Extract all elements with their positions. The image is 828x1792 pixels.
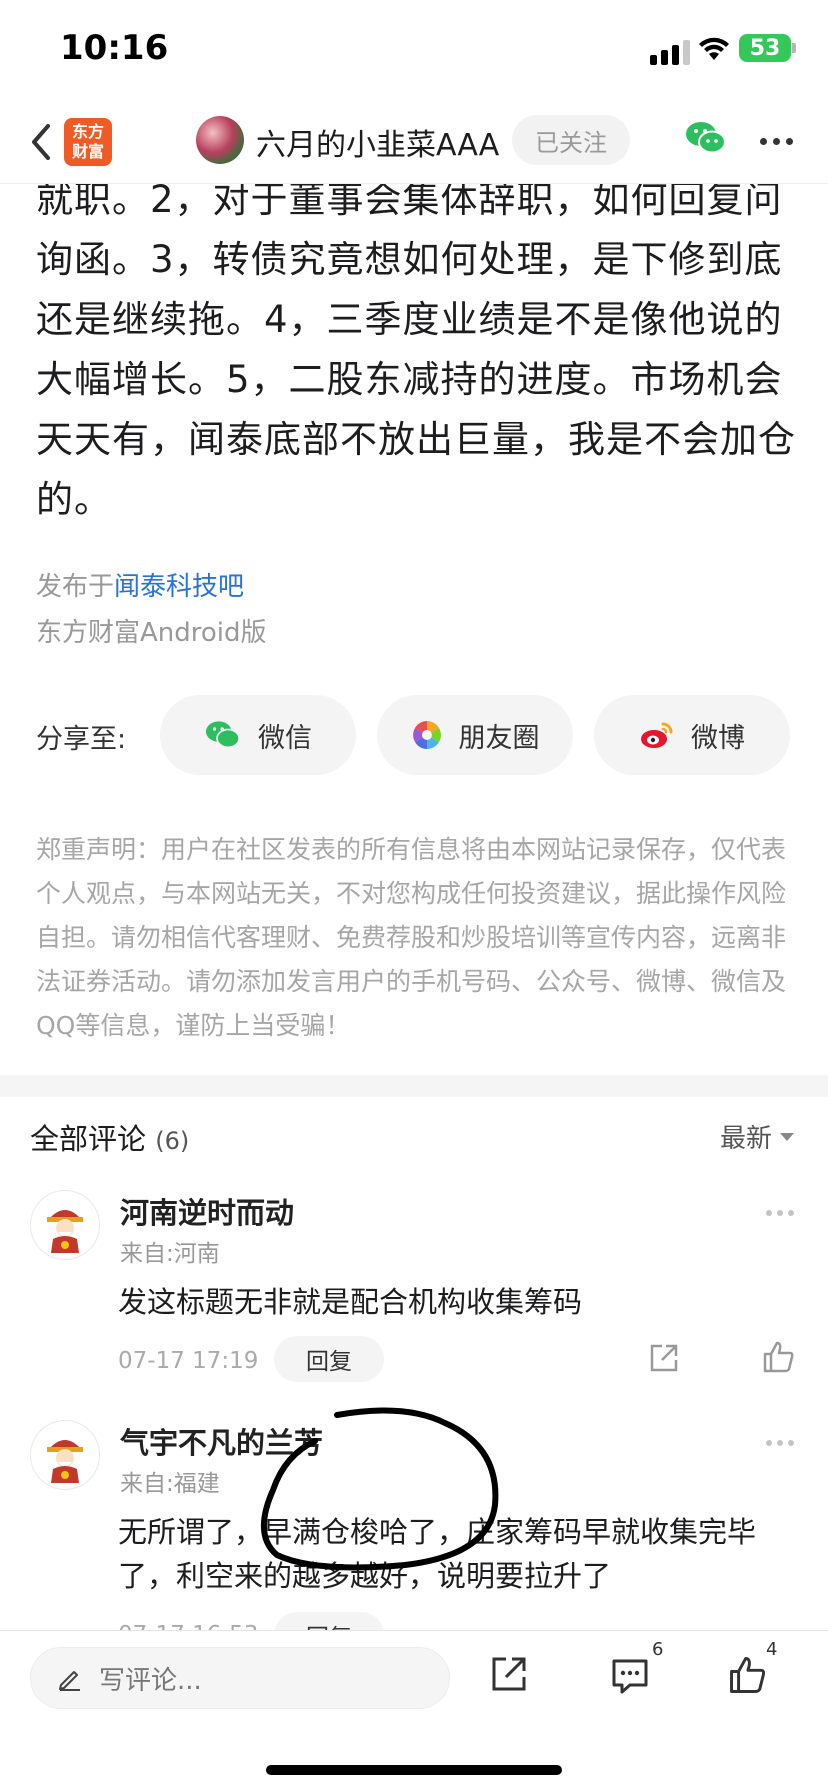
logo-line-1: 东方 [71, 122, 104, 141]
sort-label: 最新 [720, 1124, 773, 1154]
stock-bar-link[interactable]: 闻泰科技吧 [114, 572, 244, 602]
source-prefix: 发布于 [36, 572, 115, 602]
disclaimer-text: 郑重声明：用户在社区发表的所有信息将由本网站记录保存，仅代表个人观点，与本网站无… [36, 835, 787, 1040]
wifi-icon [699, 37, 729, 60]
more-options-icon[interactable] [760, 138, 793, 145]
share-icon[interactable] [648, 1342, 680, 1374]
share-moments-button[interactable]: 朋友圈 [377, 695, 573, 775]
fortune-god-avatar-icon [47, 1440, 83, 1483]
wechat-share-icon[interactable] [684, 118, 728, 158]
comment-bubble-icon[interactable] [610, 1657, 650, 1695]
share-wechat-button[interactable]: 微信 [160, 695, 356, 775]
comment-text: 发这标题无非就是配合机构收集筹码 [118, 1285, 583, 1319]
sort-dropdown[interactable]: 最新 [720, 1118, 795, 1155]
commenter-location: 来自:河南 [120, 1241, 220, 1267]
battery-cap [792, 43, 796, 53]
post-client: 东方财富Android版 [36, 618, 267, 648]
chevron-down-icon [780, 1132, 795, 1141]
follow-button[interactable]: 已关注 [512, 115, 630, 165]
pencil-icon [59, 1671, 80, 1691]
battery-level: 53 [749, 35, 781, 61]
bottom-action-bar: 写评论... 6 4 [0, 1630, 828, 1792]
wechat-icon [206, 721, 241, 749]
status-time: 10:16 [60, 28, 169, 68]
commenter-name[interactable]: 河南逆时而动 [120, 1190, 294, 1232]
like-count-badge: 4 [766, 1639, 778, 1660]
section-divider [0, 1075, 828, 1097]
article-line: 还是继续拖。4，三季度业绩是不是像他说的 [36, 298, 783, 341]
back-arrow-icon[interactable] [26, 120, 56, 164]
author-avatar[interactable] [196, 116, 244, 164]
logo-line-2: 财富 [71, 142, 104, 161]
comments-title: 全部评论 [30, 1122, 147, 1156]
share-wechat-label: 微信 [258, 722, 312, 754]
comments-header: 全部评论 (6) [30, 1116, 189, 1158]
article-line: 大幅增长。5，二股东减持的进度。市场机会 [36, 358, 783, 401]
comment-count-badge: 6 [652, 1639, 664, 1660]
comment-more-icon[interactable] [766, 1210, 794, 1216]
post-source: 发布于闻泰科技吧 [36, 566, 244, 603]
comment-item: 气宇不凡的兰芳 来自:福建 无所谓了，早满仓梭哈了，庄家筹码早就收集完毕了，利空… [0, 1420, 828, 1658]
article-line: 询函。3，转债究竟想如何处理，是下修到底 [36, 238, 783, 281]
home-indicator[interactable] [266, 1765, 562, 1775]
commenter-avatar[interactable] [30, 1190, 100, 1260]
article-body: 就职。2，对于董事会集体辞职，如何回复问 询函。3，转债究竟想如何处理，是下修到… [36, 170, 796, 530]
reply-button[interactable]: 回复 [274, 1336, 384, 1382]
share-icon[interactable] [490, 1655, 528, 1693]
comment-text: 无所谓了，早满仓梭哈了，庄家筹码早就收集完毕了，利空来的越多越好，说明要拉升了 [118, 1515, 757, 1593]
comments-count: (6) [155, 1127, 190, 1155]
top-nav-bar: 东方 财富 六月的小韭菜AAA 已关注 [0, 100, 828, 184]
share-label: 分享至: [36, 724, 127, 755]
commenter-location: 来自:福建 [120, 1471, 220, 1497]
comment-more-icon[interactable] [766, 1440, 794, 1446]
write-comment-input[interactable]: 写评论... [30, 1647, 450, 1709]
share-weibo-button[interactable]: 微博 [594, 695, 790, 775]
fortune-god-avatar-icon [47, 1210, 83, 1253]
battery-icon: 53 [739, 34, 791, 62]
commenter-name[interactable]: 气宇不凡的兰芳 [120, 1420, 323, 1462]
thumbs-up-icon[interactable] [728, 1655, 768, 1695]
eastmoney-logo[interactable]: 东方 财富 [64, 118, 112, 166]
weibo-icon [641, 722, 673, 748]
article-line: 的。 [36, 478, 112, 521]
share-moments-label: 朋友圈 [458, 722, 540, 754]
cellular-signal-icon [650, 40, 690, 65]
author-name[interactable]: 六月的小韭菜AAA [256, 120, 499, 164]
comment-time: 07-17 17:19 [118, 1348, 259, 1374]
moments-icon [412, 721, 441, 749]
share-weibo-label: 微博 [691, 722, 745, 754]
commenter-avatar[interactable] [30, 1420, 100, 1490]
status-bar: 10:16 53 [0, 0, 828, 100]
article-line: 天天有，闻泰底部不放出巨量，我是不会加仓 [36, 418, 796, 461]
share-row: 分享至: 微信 朋友圈 微博 [0, 695, 828, 775]
thumbs-up-icon[interactable] [762, 1340, 796, 1374]
comment-item: 河南逆时而动 来自:河南 发这标题无非就是配合机构收集筹码 07-17 17:1… [0, 1190, 828, 1390]
comment-placeholder: 写评论... [99, 1665, 202, 1696]
